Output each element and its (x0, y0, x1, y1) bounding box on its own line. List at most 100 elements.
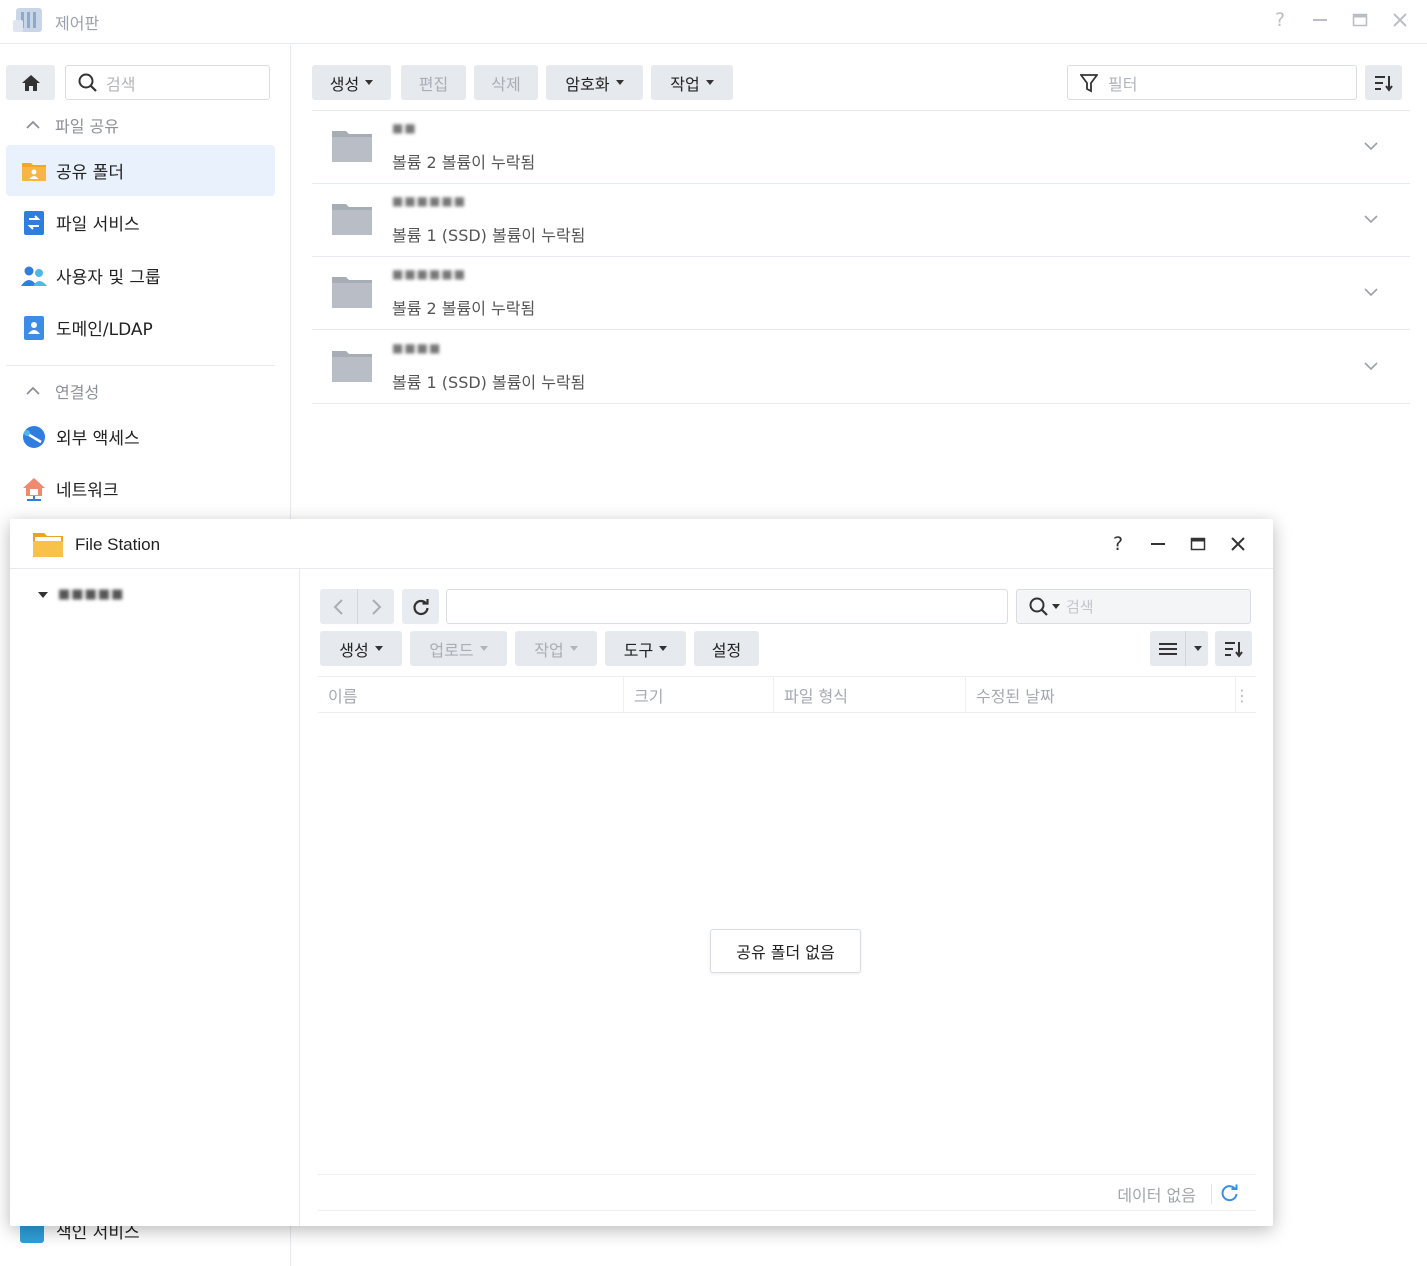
shared-folder-icon (20, 157, 48, 185)
column-modified-date[interactable]: 수정된 날짜 (966, 677, 1236, 713)
sidebar-search-input[interactable]: 검색 (65, 65, 270, 100)
filter-placeholder: 필터 (1108, 74, 1138, 94)
help-icon[interactable]: ? (1107, 532, 1129, 556)
refresh-button[interactable] (402, 589, 439, 624)
create-button[interactable]: 생성 (320, 631, 402, 666)
help-icon[interactable]: ? (1269, 8, 1291, 32)
view-options-dropdown[interactable] (1187, 631, 1208, 666)
refresh-icon (412, 598, 429, 615)
sidebar-item-label: 사용자 및 그룹 (56, 268, 161, 288)
column-file-type[interactable]: 파일 형식 (774, 677, 966, 713)
tools-button[interactable]: 도구 (605, 631, 686, 666)
sort-button[interactable] (1215, 631, 1252, 666)
maximize-icon[interactable] (1349, 8, 1371, 32)
more-vertical-icon[interactable]: ⋮ (1234, 686, 1250, 705)
caret-down-icon (705, 80, 714, 85)
window-controls: ? (1269, 8, 1411, 32)
shared-folder-row[interactable]: ■■■■■■ 볼륨 1 (SSD) 볼륨이 누락됨 (312, 184, 1410, 257)
sidebar-item-network[interactable]: 네트워크 (6, 463, 275, 514)
create-button[interactable]: 생성 (312, 65, 391, 100)
shared-folder-row[interactable]: ■■■■■■ 볼륨 2 볼륨이 누락됨 (312, 257, 1410, 330)
close-icon[interactable] (1227, 532, 1249, 556)
upload-label: 업로드 (429, 640, 474, 660)
chevron-down-icon[interactable] (1362, 357, 1380, 375)
search-icon (1029, 597, 1048, 616)
column-size[interactable]: 크기 (624, 677, 774, 713)
caret-down-icon (365, 80, 374, 85)
chevron-down-icon[interactable] (1362, 137, 1380, 155)
column-label: 크기 (634, 687, 664, 706)
folder-icon (332, 131, 372, 162)
shared-folder-row[interactable]: ■■ 볼륨 2 볼륨이 누락됨 (312, 111, 1410, 184)
view-mode-toggle (1150, 631, 1208, 666)
folder-name: ■■■■ (392, 341, 442, 355)
sidebar-item-label: 도메인/LDAP (56, 320, 153, 340)
network-icon (20, 475, 48, 503)
sidebar-item-label: 공유 폴더 (56, 163, 124, 183)
sidebar-item-external-access[interactable]: 외부 액세스 (6, 411, 275, 462)
folder-status: 볼륨 1 (SSD) 볼륨이 누락됨 (392, 373, 586, 392)
action-button[interactable]: 작업 (515, 631, 597, 666)
chevron-down-icon[interactable] (1362, 283, 1380, 301)
delete-button[interactable]: 삭제 (474, 65, 538, 100)
sidebar-item-label: 네트워크 (56, 481, 119, 501)
search-input[interactable]: 검색 (1016, 589, 1251, 624)
edit-button[interactable]: 편집 (401, 65, 466, 100)
path-input[interactable] (446, 589, 1008, 624)
section-file-sharing[interactable]: 파일 공유 (24, 113, 119, 137)
chevron-down-icon[interactable] (1362, 210, 1380, 228)
footer-status: 데이터 없음 (1117, 1186, 1196, 1205)
list-view-button[interactable] (1150, 631, 1186, 666)
expand-caret-icon[interactable] (38, 591, 48, 598)
chevron-right-icon (372, 598, 382, 615)
close-icon[interactable] (1389, 8, 1411, 32)
minimize-icon[interactable] (1309, 8, 1331, 32)
sidebar-item-shared-folder[interactable]: 공유 폴더 (6, 145, 275, 196)
sort-button[interactable] (1365, 65, 1402, 100)
tree-node-label: ■■■■■ (58, 587, 125, 602)
folder-status: 볼륨 2 볼륨이 누락됨 (392, 153, 536, 172)
folder-name: ■■■■■■ (392, 194, 467, 208)
encryption-label: 암호화 (565, 74, 610, 94)
column-name[interactable]: 이름 (318, 677, 624, 713)
action-button[interactable]: 작업 (651, 65, 733, 100)
filter-icon (1080, 73, 1098, 92)
minimize-icon[interactable] (1147, 532, 1169, 556)
sidebar-item-domain-ldap[interactable]: 도메인/LDAP (6, 302, 275, 353)
sidebar-divider (6, 365, 275, 366)
caret-down-icon (1193, 646, 1202, 651)
chevron-up-icon (26, 120, 40, 129)
caret-down-icon (374, 646, 383, 651)
file-services-icon (20, 209, 48, 237)
sidebar-item-label: 외부 액세스 (56, 429, 140, 449)
upload-button[interactable]: 업로드 (410, 631, 507, 666)
control-panel-titlebar: 제어판 ? (0, 0, 1427, 44)
search-icon (78, 73, 97, 92)
empty-state-label: 공유 폴더 없음 (736, 943, 835, 962)
settings-button[interactable]: 설정 (694, 631, 759, 666)
refresh-icon[interactable] (1220, 1183, 1240, 1203)
folder-tree: ■■■■■ (10, 569, 300, 1226)
shared-folder-row[interactable]: ■■■■ 볼륨 1 (SSD) 볼륨이 누락됨 (312, 331, 1410, 404)
caret-down-icon (615, 80, 624, 85)
section-label: 연결성 (55, 383, 100, 402)
sidebar-item-users-groups[interactable]: 사용자 및 그룹 (6, 250, 275, 301)
search-placeholder: 검색 (106, 74, 136, 94)
encryption-button[interactable]: 암호화 (546, 65, 643, 100)
folder-icon (332, 351, 372, 382)
users-groups-icon (20, 262, 48, 290)
tree-root-node[interactable]: ■■■■■ (38, 587, 124, 602)
home-button[interactable] (6, 65, 55, 100)
forward-button[interactable] (357, 589, 394, 624)
section-connectivity[interactable]: 연결성 (24, 379, 99, 403)
chevron-left-icon (333, 598, 343, 615)
folder-status: 볼륨 2 볼륨이 누락됨 (392, 299, 536, 318)
back-button[interactable] (320, 589, 357, 624)
maximize-icon[interactable] (1187, 532, 1209, 556)
create-label: 생성 (339, 640, 369, 660)
filter-input[interactable]: 필터 (1067, 65, 1357, 100)
sidebar-item-file-services[interactable]: 파일 서비스 (6, 197, 275, 248)
caret-down-icon[interactable] (1052, 604, 1060, 609)
sidebar-item-label: 파일 서비스 (56, 215, 140, 235)
search-placeholder: 검색 (1066, 598, 1094, 616)
